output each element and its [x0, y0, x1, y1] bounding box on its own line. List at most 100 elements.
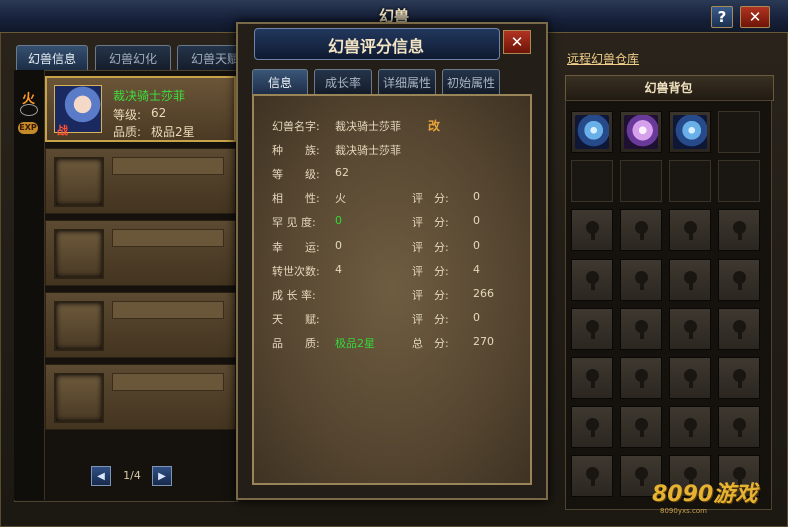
beast-side-strip	[14, 70, 45, 500]
tab-beast-info[interactable]: 幻兽信息	[16, 45, 88, 71]
bag-slot-empty[interactable]	[718, 160, 760, 202]
info-row-value: 4	[335, 263, 342, 276]
bag-slot-locked[interactable]	[620, 259, 662, 301]
info-row-label: 种 族:	[272, 144, 320, 157]
info-row-value: 裁决骑士莎菲	[335, 144, 401, 157]
info-row-score-label: 评 分:	[412, 192, 449, 205]
empty-portrait	[54, 301, 104, 351]
bag-slot-locked[interactable]	[718, 308, 760, 350]
site-logo: 8090游戏	[652, 482, 758, 507]
keyhole-stem	[640, 281, 644, 290]
info-row-score-label: 总 分:	[412, 337, 449, 350]
bag-slot-locked[interactable]	[571, 308, 613, 350]
keyhole-stem	[591, 477, 595, 486]
window-close-button[interactable]: ✕	[740, 6, 770, 28]
bag-slot-locked[interactable]	[718, 209, 760, 251]
info-row-score: 0	[473, 311, 480, 324]
info-row-score: 270	[473, 335, 494, 348]
info-row-label: 等 级:	[272, 168, 320, 181]
keyhole-stem	[591, 281, 595, 290]
beast-card-empty[interactable]	[45, 292, 236, 358]
info-row-score: 0	[473, 190, 480, 203]
keyhole-stem	[591, 428, 595, 437]
empty-name-bar	[112, 301, 224, 319]
remote-warehouse-link[interactable]: 远程幻兽仓库	[567, 50, 639, 67]
bag-slot-empty[interactable]	[718, 111, 760, 153]
tab-info[interactable]: 信息	[252, 69, 308, 94]
bag-slot-beast[interactable]	[669, 111, 711, 153]
next-page-button[interactable]: ▶	[152, 466, 172, 486]
info-row-label: 品 质:	[272, 337, 320, 350]
bag-slot-empty[interactable]	[571, 160, 613, 202]
info-row-score: 4	[473, 263, 480, 276]
bag-slot-empty[interactable]	[669, 160, 711, 202]
beast-card-active[interactable]: 战 裁决骑士莎菲 等级: 62 品质: 极品2星	[45, 76, 236, 142]
bag-slot-locked[interactable]	[718, 357, 760, 399]
info-row-label: 幸 运:	[272, 241, 320, 254]
beast-card-empty[interactable]	[45, 148, 236, 214]
beast-quality: 极品2星	[151, 125, 195, 139]
info-row-label: 幻兽名字:	[272, 120, 320, 133]
bag-slot-empty[interactable]	[620, 160, 662, 202]
keyhole-stem	[591, 379, 595, 388]
beast-card-empty[interactable]	[45, 220, 236, 286]
bag-slot-locked[interactable]	[620, 308, 662, 350]
keyhole-stem	[640, 330, 644, 339]
bag-slot-locked[interactable]	[669, 308, 711, 350]
tab-beast-transform[interactable]: 幻兽幻化	[95, 45, 171, 71]
bag-slot-locked[interactable]	[571, 455, 613, 497]
keyhole-stem	[640, 477, 644, 486]
bag-slot-beast[interactable]	[571, 111, 613, 153]
bag-slot-locked[interactable]	[669, 406, 711, 448]
bag-slot-locked[interactable]	[669, 357, 711, 399]
keyhole-stem	[738, 231, 742, 240]
info-row-score: 266	[473, 287, 494, 300]
keyhole-stem	[689, 281, 693, 290]
dialog-close-button[interactable]: ✕	[503, 30, 531, 54]
info-row-label: 成 长 率:	[272, 289, 316, 302]
beast-card-empty[interactable]	[45, 364, 236, 430]
beast-level: 62	[151, 106, 167, 120]
bag-slot-locked[interactable]	[669, 259, 711, 301]
beast-quality-label: 品质:	[113, 125, 142, 139]
prev-page-button[interactable]: ◀	[91, 466, 111, 486]
help-button[interactable]: ?	[711, 6, 733, 28]
exp-icon: EXP	[18, 122, 38, 134]
keyhole-stem	[738, 281, 742, 290]
bag-slot-locked[interactable]	[571, 357, 613, 399]
tab-growth[interactable]: 成长率	[314, 69, 372, 94]
empty-portrait	[54, 373, 104, 423]
bag-slot-locked[interactable]	[718, 406, 760, 448]
battle-badge: 战	[57, 124, 68, 137]
info-row-score-label: 评 分:	[412, 241, 449, 254]
keyhole-stem	[689, 379, 693, 388]
bag-slot-locked[interactable]	[620, 357, 662, 399]
bag-slot-beast[interactable]	[620, 111, 662, 153]
keyhole-stem	[738, 330, 742, 339]
info-row-score-label: 评 分:	[412, 265, 449, 278]
tab-detail-attrs[interactable]: 详细属性	[378, 69, 436, 94]
bag-slot-locked[interactable]	[571, 259, 613, 301]
tab-initial-attrs[interactable]: 初始属性	[442, 69, 500, 94]
keyhole-stem	[689, 231, 693, 240]
keyhole-stem	[591, 231, 595, 240]
info-row-value: 火	[335, 192, 346, 205]
beast-item-icon	[673, 115, 707, 149]
info-row-label: 相 性:	[272, 192, 320, 205]
info-row-value: 62	[335, 166, 349, 179]
bag-slot-locked[interactable]	[620, 406, 662, 448]
info-row-value: 0	[335, 214, 342, 227]
bag-slot-locked[interactable]	[669, 209, 711, 251]
keyhole-stem	[591, 330, 595, 339]
rename-button[interactable]: 改	[428, 117, 440, 134]
bag-slot-locked[interactable]	[718, 259, 760, 301]
keyhole-stem	[640, 231, 644, 240]
site-url: 8090yxs.com	[660, 507, 707, 515]
keyhole-stem	[689, 330, 693, 339]
bag-slot-locked[interactable]	[571, 209, 613, 251]
bag-slot-locked[interactable]	[620, 209, 662, 251]
bag-slot-locked[interactable]	[571, 406, 613, 448]
empty-name-bar	[112, 229, 224, 247]
beast-item-icon	[575, 115, 609, 149]
info-row-score-label: 评 分:	[412, 313, 449, 326]
